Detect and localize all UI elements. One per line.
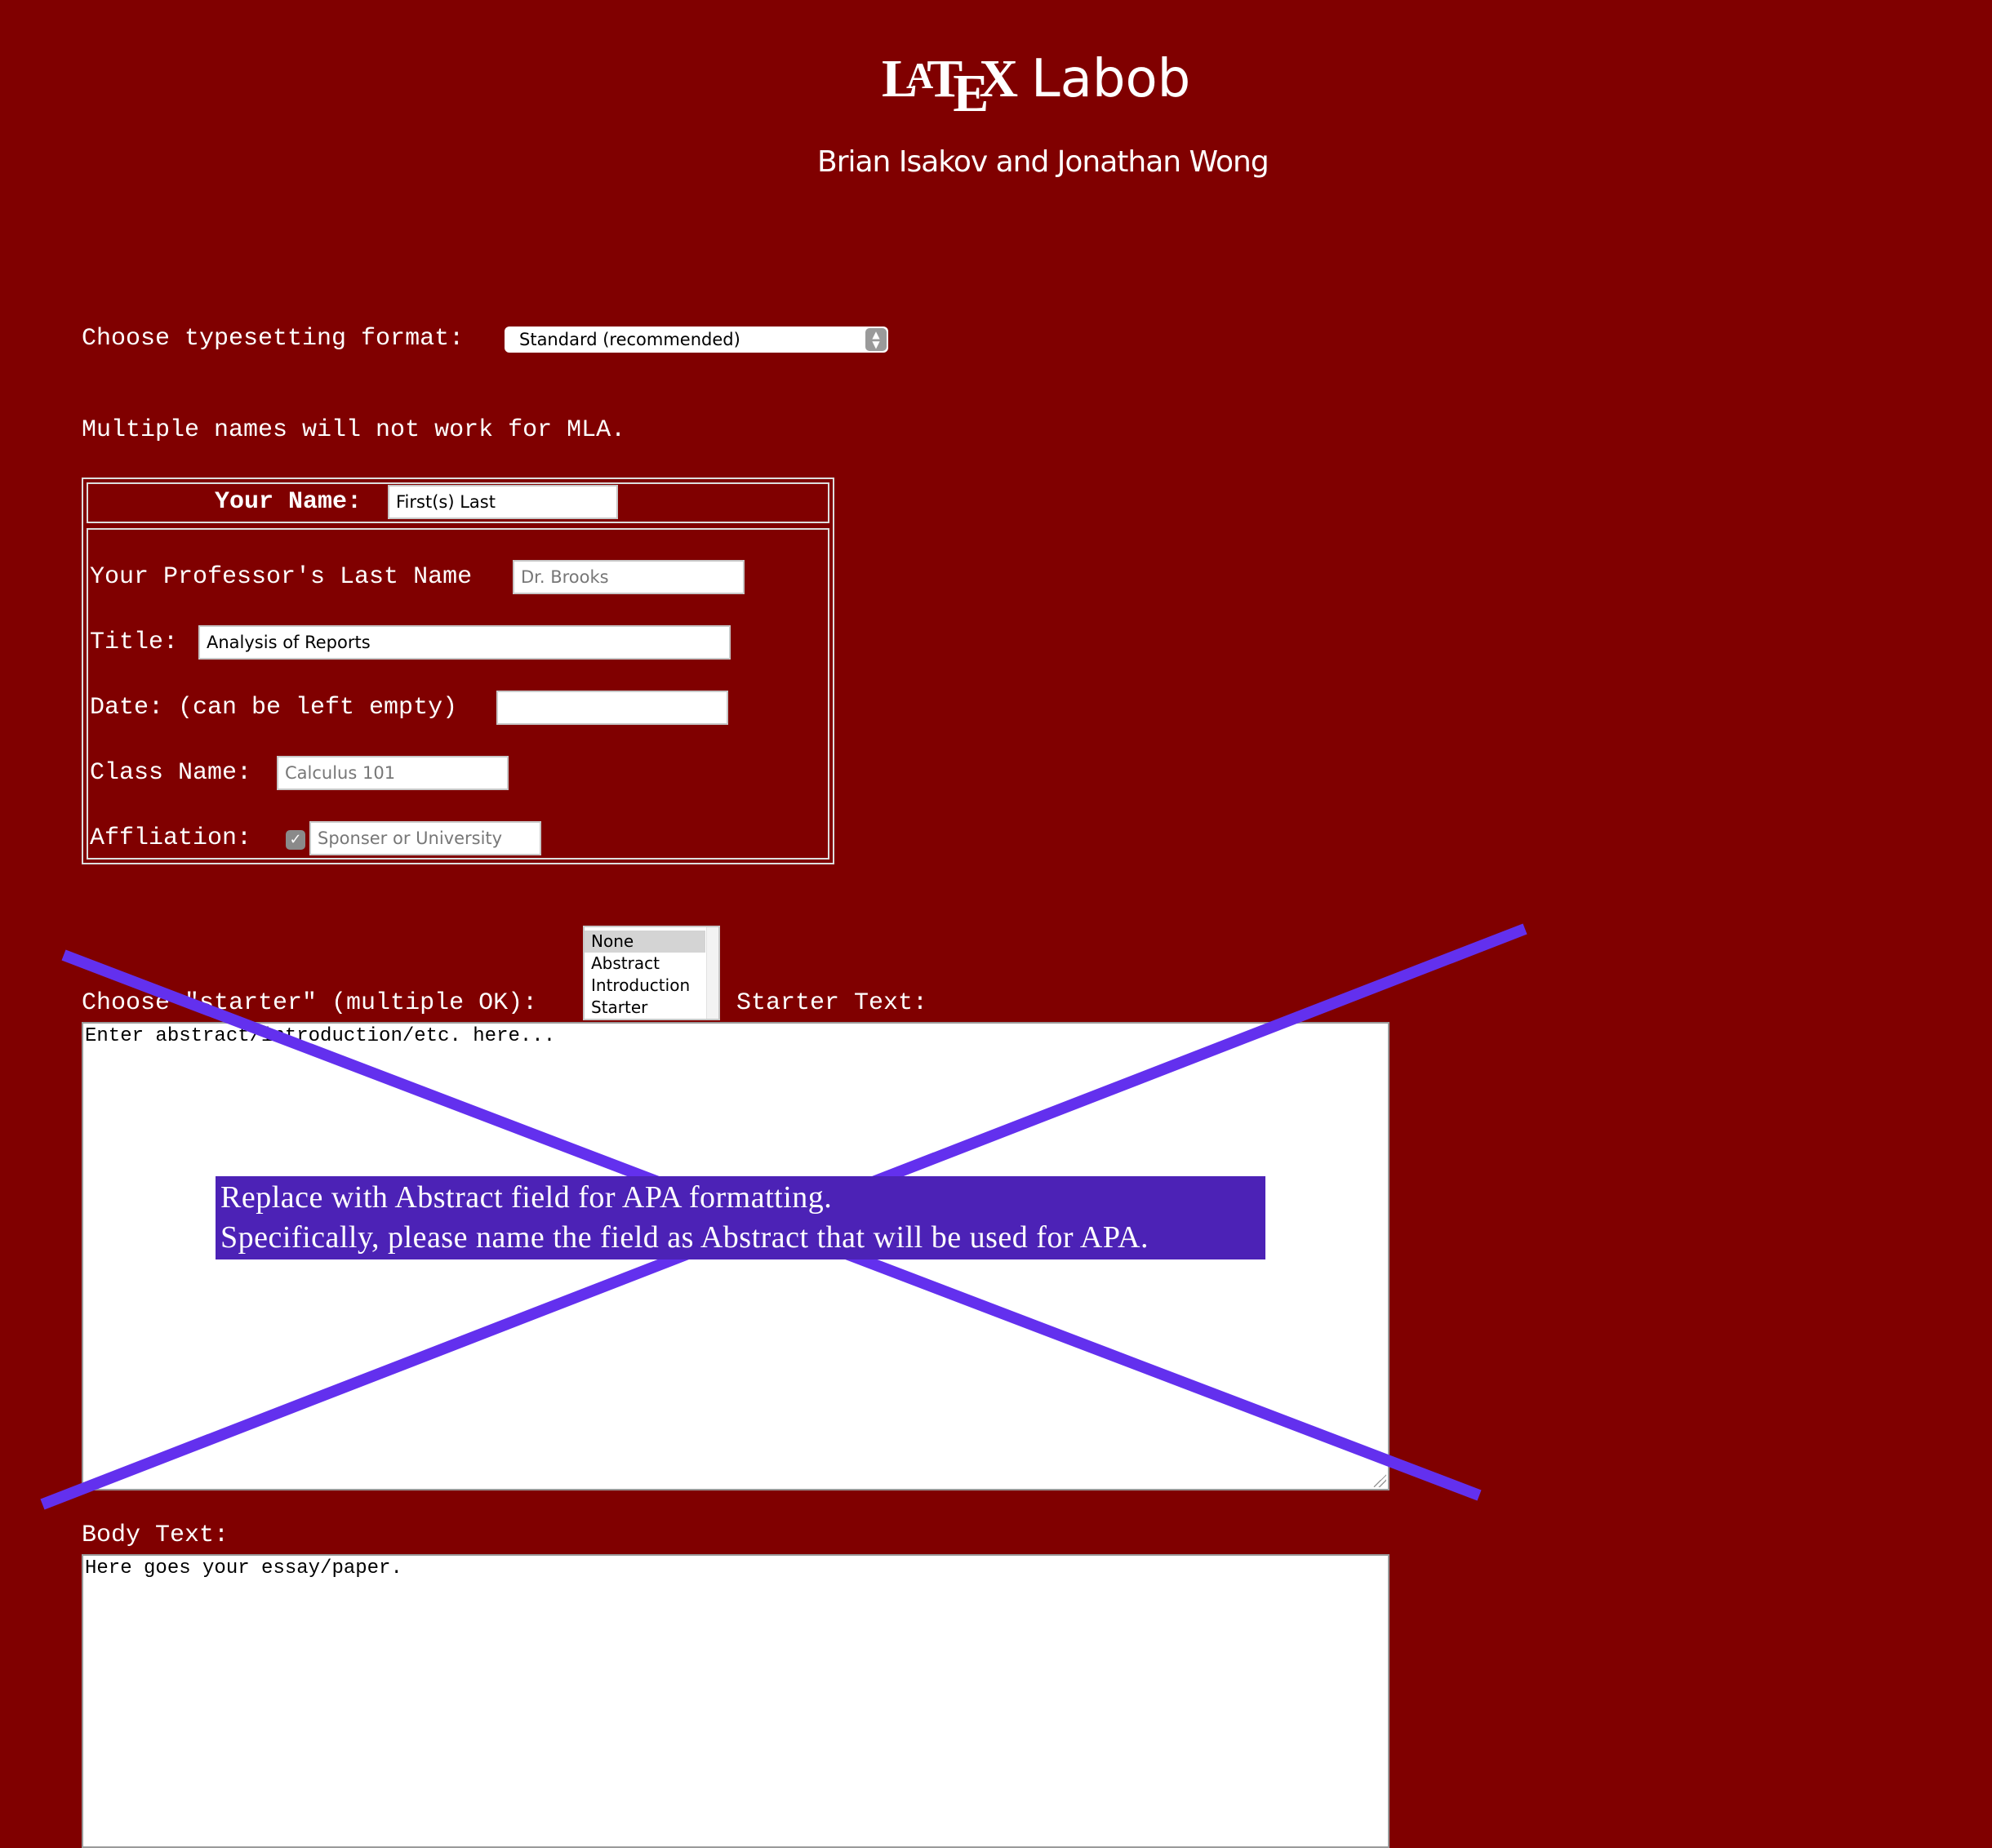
starter-textarea-placeholder: Enter abstract/introduction/etc. here... — [85, 1025, 556, 1047]
affiliation-input[interactable]: Sponser or University — [309, 821, 541, 855]
class-name-input[interactable]: Calculus 101 — [277, 756, 509, 790]
professor-input[interactable]: Dr. Brooks — [513, 560, 745, 594]
format-select[interactable]: Standard (recommended) ▲ ▼ — [505, 327, 888, 353]
professor-label: Your Professor's Last Name — [90, 563, 473, 591]
select-arrows-icon: ▲ ▼ — [865, 328, 887, 351]
your-name-input[interactable]: First(s) Last — [388, 485, 618, 519]
your-name-label: Your Name: — [215, 488, 362, 516]
starter-option-none[interactable]: None — [585, 931, 705, 953]
title-label: Title: — [90, 629, 179, 656]
affiliation-checkbox[interactable]: ✓ — [286, 830, 305, 850]
annotation-line-2: Specifically, please name the field as A… — [220, 1220, 1149, 1255]
app-name: Labob — [1031, 49, 1191, 109]
body-textarea-placeholder: Here goes your essay/paper. — [85, 1557, 402, 1579]
resize-grip-icon[interactable] — [1373, 1474, 1386, 1487]
body-textarea[interactable]: Here goes your essay/paper. — [82, 1554, 1390, 1848]
class-name-label: Class Name: — [90, 759, 252, 787]
starter-listbox[interactable]: None Abstract Introduction Starter — [583, 926, 720, 1020]
title-input[interactable]: Analysis of Reports — [198, 625, 731, 660]
latex-logo: LATEX — [882, 52, 1018, 121]
logo-letter: E — [953, 64, 989, 123]
mla-note: Multiple names will not work for MLA. — [82, 416, 626, 444]
listbox-scrollbar[interactable] — [706, 927, 718, 1019]
check-icon: ✓ — [289, 831, 302, 848]
annotation-note: Replace with Abstract field for APA form… — [216, 1176, 1265, 1259]
starter-option-introduction[interactable]: Introduction — [585, 975, 705, 997]
format-label: Choose typesetting format: — [82, 325, 465, 353]
date-input[interactable] — [496, 691, 728, 725]
body-text-label: Body Text: — [82, 1521, 229, 1549]
starter-option-abstract[interactable]: Abstract — [585, 953, 705, 975]
starter-label: Choose "starter" (multiple OK): — [82, 989, 538, 1017]
authors-line: Brian Isakov and Jonathan Wong — [817, 145, 1269, 179]
starter-option-starter[interactable]: Starter — [585, 997, 705, 1019]
affiliation-label: Affliation: — [90, 824, 252, 852]
logo-letter: A — [906, 55, 933, 96]
app-logo: LATEX Labob — [882, 42, 1191, 121]
date-label: Date: (can be left empty) — [90, 694, 458, 722]
starter-text-label: Starter Text: — [736, 989, 928, 1017]
format-selected-value: Standard (recommended) — [519, 330, 740, 349]
annotation-line-1: Replace with Abstract field for APA form… — [220, 1180, 833, 1215]
